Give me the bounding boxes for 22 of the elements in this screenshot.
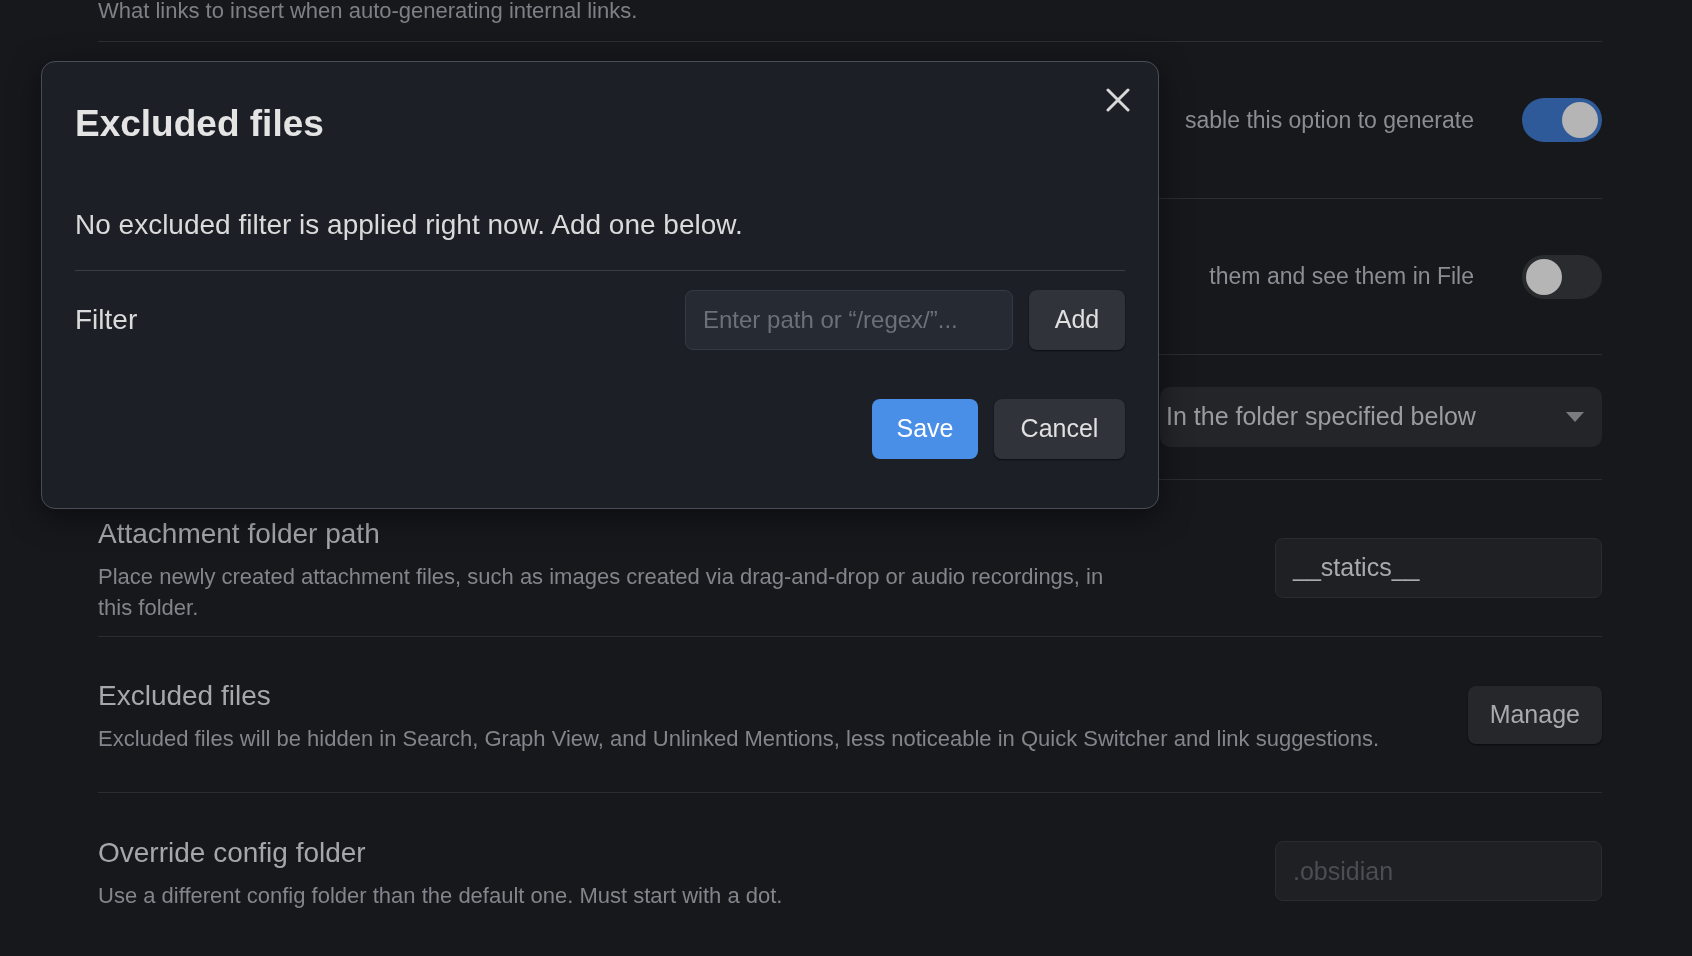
caret-icon bbox=[1566, 412, 1584, 422]
toggle-switch[interactable] bbox=[1522, 98, 1602, 142]
setting-title: Attachment folder path bbox=[98, 517, 381, 551]
filter-input[interactable]: Enter path or “/regex/”... bbox=[685, 289, 1013, 350]
setting-description: them and see them in File bbox=[1209, 262, 1474, 292]
text-field[interactable]: __statics__ bbox=[1275, 538, 1602, 598]
setting-description: What links to insert when auto-generating internal links. bbox=[98, 0, 638, 24]
setting-description: Use a different config folder than the default one. Must start with a dot. bbox=[98, 881, 783, 910]
setting-title: Excluded files bbox=[98, 679, 272, 713]
setting-description: sable this option to generate bbox=[1185, 105, 1474, 135]
dialog-title: Excluded files bbox=[75, 102, 324, 146]
setting-description: Excluded files will be hidden in Search, Graph View, and Unlinked Mentions, less noticeable in Quick Switcher and link suggestions. bbox=[98, 725, 1380, 753]
setting-description: Place newly created attachment files, such as images created via drag-and-drop or audio recordings, in this folder. bbox=[98, 563, 1105, 622]
setting-title: Override config folder bbox=[98, 835, 367, 870]
folder-dropdown[interactable]: In the folder specified below bbox=[1160, 387, 1602, 447]
toggle-switch[interactable] bbox=[1522, 254, 1602, 299]
add-button[interactable]: Add bbox=[1029, 289, 1125, 350]
dialog-message: No excluded filter is applied right now. Add one below. bbox=[75, 207, 743, 242]
cancel-button[interactable]: Cancel bbox=[994, 398, 1125, 459]
manage-button[interactable]: Manage bbox=[1467, 685, 1602, 744]
close-icon bbox=[1106, 88, 1130, 112]
filter-label: Filter bbox=[75, 302, 138, 337]
